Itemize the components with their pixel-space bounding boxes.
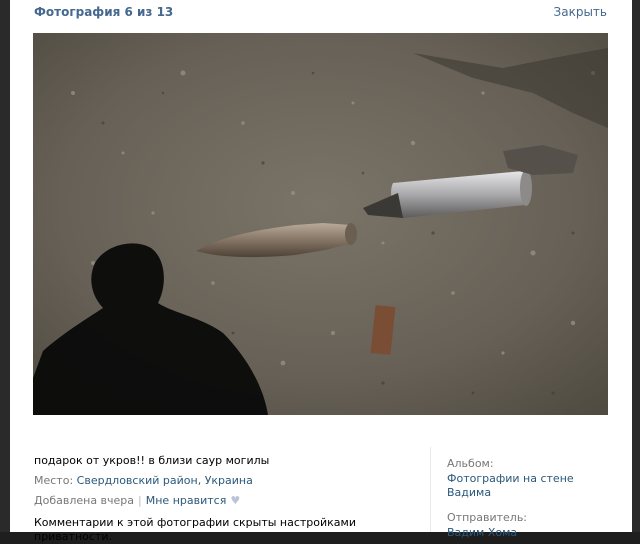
photo-image[interactable] [33,33,608,415]
separator: | [138,494,142,507]
photo-counter: Фотография 6 из 13 [34,5,174,19]
photo-illustration [33,33,608,415]
backdrop-left [0,0,10,532]
like-button[interactable]: Мне нравится [146,494,227,507]
photo-viewer: Фотография 6 из 13 Закрыть подарок от ук… [10,0,632,543]
privacy-notice: Комментарии к этой фотографии скрыты нас… [34,516,356,543]
heart-icon[interactable]: ♥ [230,494,240,507]
photo-sidebar: Альбом: Фотографии на стене Вадима Отпра… [430,447,615,539]
album-label: Альбом: [447,457,494,470]
sender-label: Отправитель: [447,511,528,524]
location-row: Место: Свердловский район, Украина [34,474,414,488]
location-label: Место: [34,474,74,487]
close-link[interactable]: Закрыть [554,5,607,19]
backdrop-right [632,0,640,532]
photo-caption: подарок от укров!! в близи саур могилы [34,454,270,467]
viewer-header: Фотография 6 из 13 Закрыть [10,0,632,26]
location-link[interactable]: Свердловский район, Украина [77,474,253,487]
photo-info: подарок от укров!! в близи саур могилы М… [34,454,414,544]
meta-row: Добавлена вчера | Мне нравится ♥ [34,494,414,508]
sender-link[interactable]: Вадим Хома [447,526,615,540]
album-link[interactable]: Фотографии на стене Вадима [447,472,615,500]
added-date: Добавлена вчера [34,494,135,507]
